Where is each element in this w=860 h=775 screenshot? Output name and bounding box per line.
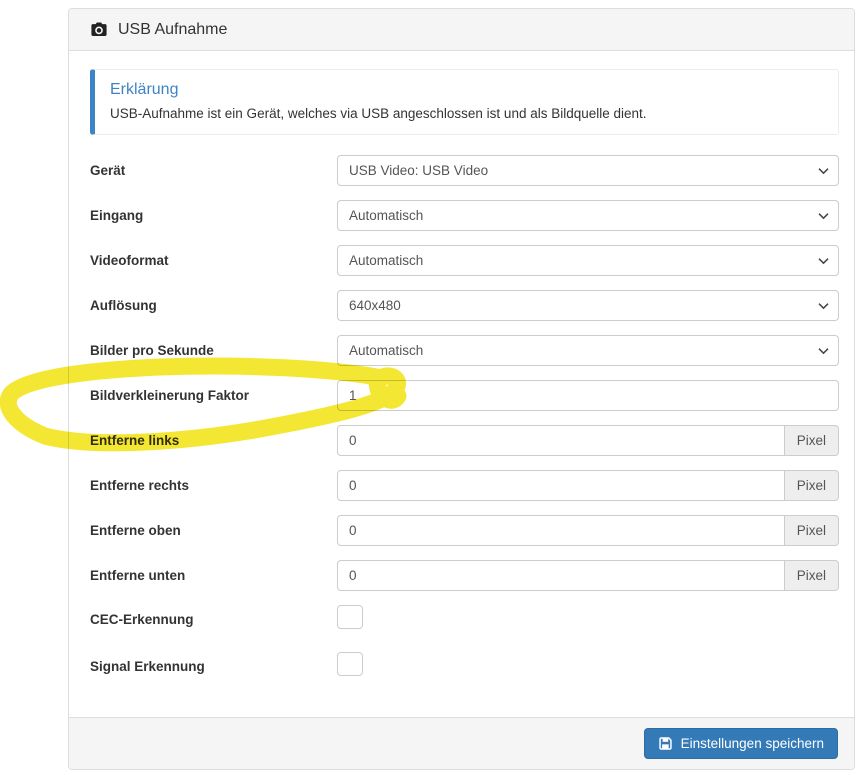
form-row-cec-erkennung: CEC-Erkennung	[90, 605, 839, 634]
callout-title: Erklärung	[110, 81, 179, 98]
geraet-select[interactable]: USB Video: USB Video	[337, 155, 839, 186]
field-label-bildverkleinerung-faktor: Bildverkleinerung Faktor	[90, 388, 250, 403]
field-control	[337, 652, 839, 681]
form-row-geraet: Gerät USB Video: USB Video	[90, 155, 839, 186]
form-row-bildverkleinerung-faktor: Bildverkleinerung Faktor	[90, 380, 839, 411]
field-control: Pixel	[337, 515, 839, 546]
field-control: Pixel	[337, 470, 839, 501]
field-control: 640x480	[337, 290, 839, 321]
field-label-entferne-links: Entferne links	[90, 433, 180, 448]
field-label-cec-erkennung: CEC-Erkennung	[90, 612, 194, 627]
panel-header: USB Aufnahme	[69, 9, 854, 51]
signal-erkennung-checkbox[interactable]	[337, 652, 363, 676]
form-row-entferne-oben: Entferne oben Pixel	[90, 515, 839, 546]
form-row-entferne-unten: Entferne unten Pixel	[90, 560, 839, 591]
unit-addon: Pixel	[784, 560, 839, 591]
field-label-signal-erkennung: Signal Erkennung	[90, 659, 205, 674]
callout-text: USB-Aufnahme ist ein Gerät, welches via …	[110, 106, 647, 121]
entferne-unten-input[interactable]	[337, 560, 785, 591]
form-row-entferne-rechts: Entferne rechts Pixel	[90, 470, 839, 501]
videoformat-select[interactable]: Automatisch	[337, 245, 839, 276]
save-settings-button[interactable]: Einstellungen speichern	[643, 728, 838, 759]
form-row-videoformat: Videoformat Automatisch	[90, 245, 839, 276]
field-label-entferne-unten: Entferne unten	[90, 568, 186, 583]
panel-footer: Einstellungen speichern	[69, 717, 854, 769]
aufloesung-select[interactable]: 640x480	[337, 290, 839, 321]
bildverkleinerung-faktor-input[interactable]	[337, 380, 839, 411]
field-control	[337, 380, 839, 411]
form-row-eingang: Eingang Automatisch	[90, 200, 839, 231]
field-label-aufloesung: Auflösung	[90, 298, 157, 313]
field-control: Pixel	[337, 425, 839, 456]
field-control: Automatisch	[337, 335, 839, 366]
input-group: Pixel	[337, 425, 839, 456]
field-label-entferne-oben: Entferne oben	[90, 523, 181, 538]
field-control	[337, 605, 839, 634]
entferne-links-input[interactable]	[337, 425, 785, 456]
camera-icon	[90, 21, 108, 39]
save-icon	[658, 736, 673, 751]
unit-addon: Pixel	[784, 425, 839, 456]
save-button-label: Einstellungen speichern	[680, 736, 824, 751]
field-label-bilder-pro-sekunde: Bilder pro Sekunde	[90, 343, 214, 358]
panel-body: Erklärung USB-Aufnahme ist ein Gerät, we…	[69, 51, 854, 681]
explanation-callout: Erklärung USB-Aufnahme ist ein Gerät, we…	[90, 69, 839, 135]
field-label-videoformat: Videoformat	[90, 253, 169, 268]
form-row-bilder-pro-sekunde: Bilder pro Sekunde Automatisch	[90, 335, 839, 366]
eingang-select[interactable]: Automatisch	[337, 200, 839, 231]
field-label-eingang: Eingang	[90, 208, 144, 223]
field-control: USB Video: USB Video	[337, 155, 839, 186]
cec-erkennung-checkbox[interactable]	[337, 605, 363, 629]
settings-form: Gerät USB Video: USB Video Eingang Automati…	[90, 155, 839, 681]
input-group: Pixel	[337, 470, 839, 501]
field-control: Automatisch	[337, 245, 839, 276]
bilder-pro-sekunde-select[interactable]: Automatisch	[337, 335, 839, 366]
input-group: Pixel	[337, 515, 839, 546]
input-group: Pixel	[337, 560, 839, 591]
entferne-rechts-input[interactable]	[337, 470, 785, 501]
unit-addon: Pixel	[784, 515, 839, 546]
field-control: Automatisch	[337, 200, 839, 231]
entferne-oben-input[interactable]	[337, 515, 785, 546]
form-row-entferne-links: Entferne links Pixel	[90, 425, 839, 456]
field-label-entferne-rechts: Entferne rechts	[90, 478, 190, 493]
panel-title: USB Aufnahme	[118, 20, 228, 38]
field-label-geraet: Gerät	[90, 163, 126, 178]
field-control: Pixel	[337, 560, 839, 591]
form-row-aufloesung: Auflösung 640x480	[90, 290, 839, 321]
unit-addon: Pixel	[784, 470, 839, 501]
usb-capture-panel: USB Aufnahme Erklärung USB-Aufnahme ist …	[68, 8, 855, 770]
form-row-signal-erkennung: Signal Erkennung	[90, 652, 839, 681]
